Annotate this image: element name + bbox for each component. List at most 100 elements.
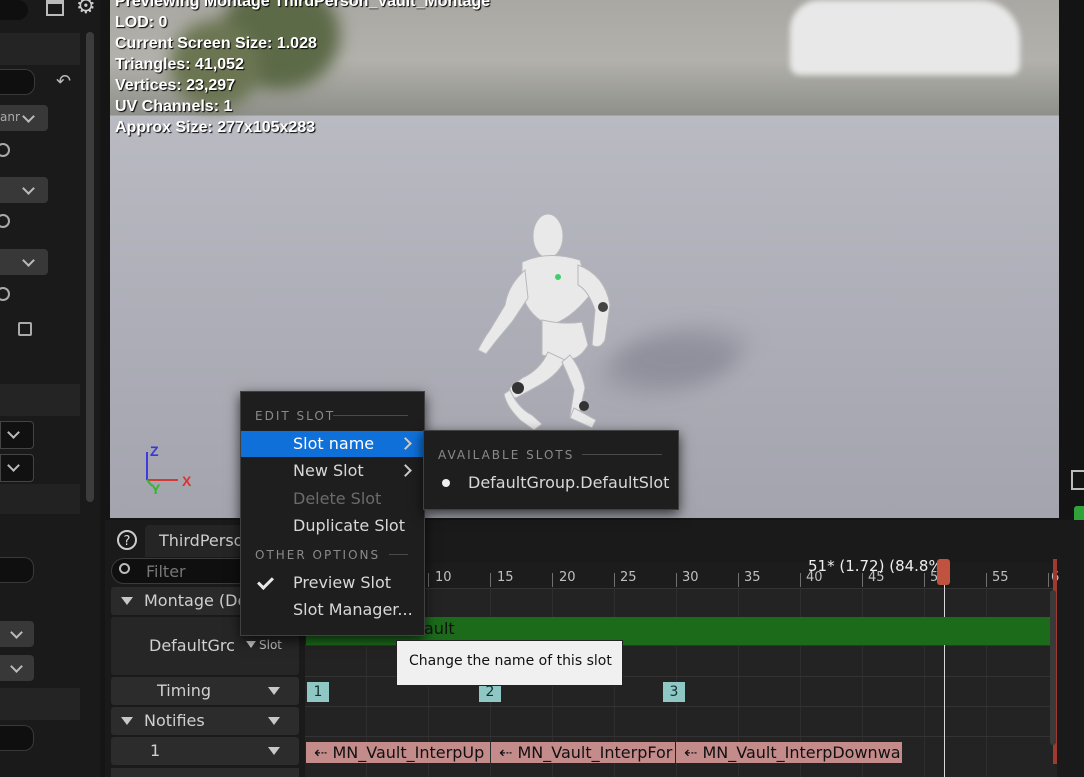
stat-line: Vertices: 23,297 (115, 77, 236, 94)
notify-state[interactable]: ⇠ MN_Vault_InterpFor (491, 742, 675, 763)
ruler-tick-label: 55 (992, 570, 1009, 585)
other-options-header: OTHER OPTIONS (255, 548, 381, 562)
slot-name-label: Slot name (293, 434, 375, 453)
browse-icon[interactable] (0, 287, 10, 301)
section-marker[interactable]: 3 (663, 682, 685, 702)
chevron-down-icon[interactable] (268, 687, 280, 695)
montage-row-label: Montage (De (144, 591, 248, 610)
notify-track-row[interactable]: 1 (111, 737, 299, 765)
notify-state-label: MN_Vault_InterpDownwa (702, 743, 901, 762)
help-icon[interactable]: ? (117, 530, 137, 550)
delete-slot-label: Delete Slot (293, 489, 382, 508)
notify-state[interactable]: ⇠ MN_Vault_InterpDownwa (676, 742, 902, 763)
slot-manager-label: Slot Manager... (293, 600, 413, 619)
dropdown-3[interactable] (0, 249, 48, 275)
axis-y-label: Y (151, 481, 161, 497)
search-field-fragment[interactable] (0, 0, 28, 20)
dropdown-6[interactable] (0, 621, 34, 647)
panel-header-bar (0, 384, 80, 416)
timeline-scrollbar[interactable] (1050, 590, 1056, 745)
right-panel-edge (1059, 0, 1084, 518)
browse-icon[interactable] (0, 143, 10, 157)
chevron-down-icon (22, 254, 35, 267)
available-slots-header: AVAILABLE SLOTS (438, 448, 575, 462)
notifies-row[interactable]: Notifies (111, 707, 299, 735)
slot-context-menu: EDIT SLOT Slot name New Slot Delete Slot… (240, 391, 425, 636)
notify-arrow-icon: ⇠ (684, 743, 698, 762)
playhead-handle[interactable] (937, 559, 950, 585)
notify-state[interactable]: ⇠ MN_Vault_InterpUp (306, 742, 490, 763)
chevron-down-icon (7, 459, 20, 472)
grid-icon[interactable] (46, 0, 64, 16)
default-slot-item[interactable]: DefaultGroup.DefaultSlot (424, 470, 678, 496)
panel-header-bar (0, 33, 80, 65)
playhead-time-label: 51* (1.72) (84.8%) (808, 557, 949, 575)
slot-button-label[interactable]: Slot (259, 638, 282, 652)
dropdown-7[interactable] (0, 655, 34, 681)
section-marker[interactable]: 1 (307, 682, 329, 702)
timing-row[interactable]: Timing (111, 677, 299, 705)
duplicate-slot-label: Duplicate Slot (293, 516, 405, 535)
dropdown-5[interactable] (0, 454, 34, 482)
duplicate-slot-item[interactable]: Duplicate Slot (241, 513, 424, 539)
reset-arrow-icon[interactable]: ↶ (56, 71, 71, 92)
slot-dropdown-icon[interactable] (246, 641, 256, 648)
slot-track-label: ault (424, 619, 455, 638)
default-slot-label: DefaultGroup.DefaultSlot (468, 473, 670, 492)
axis-x-label: X (182, 473, 192, 489)
ruler-tick-label: 20 (559, 570, 576, 585)
slot-name-tooltip: Change the name of this slot (396, 640, 623, 686)
notify-arrow-icon: ⇠ (499, 743, 513, 762)
stat-line: LOD: 0 (115, 14, 168, 31)
ruler-tick-label: 35 (744, 570, 761, 585)
chevron-down-icon (10, 626, 23, 639)
dropdown-4[interactable] (0, 421, 34, 449)
tooltip-text: Change the name of this slot (409, 653, 612, 669)
chevron-down-icon (22, 110, 35, 123)
available-slots-submenu: AVAILABLE SLOTS DefaultGroup.DefaultSlot (423, 430, 679, 510)
dropdown-2[interactable] (0, 177, 48, 203)
collapse-arrow-icon[interactable] (121, 597, 133, 605)
slot-group-label: DefaultGrc (149, 636, 235, 655)
stat-line: Triangles: 41,052 (115, 56, 244, 73)
notify-state-label: MN_Vault_InterpFor (517, 743, 673, 762)
viewport-stats: Previewing Montage ThirdPerson_Vault_Mon… (115, 0, 490, 138)
new-slot-item[interactable]: New Slot (241, 458, 424, 484)
chest-light-icon (555, 274, 561, 280)
chevron-down-icon[interactable] (268, 747, 280, 755)
filter-placeholder: Filter (146, 562, 186, 581)
browse-icon[interactable] (0, 214, 10, 228)
stat-line: Previewing Montage ThirdPerson_Vault_Mon… (115, 0, 491, 10)
delete-slot-item[interactable]: Delete Slot (241, 486, 424, 512)
value-field[interactable] (0, 725, 34, 751)
ruler-tick-label: 30 (682, 570, 699, 585)
notify-track-label: 1 (150, 741, 161, 760)
dropdown-1-label: anr (0, 110, 20, 124)
browse-icon[interactable] (1071, 470, 1084, 490)
timing-label: Timing (157, 681, 212, 700)
scrollbar[interactable] (86, 32, 94, 502)
collapse-arrow-icon[interactable] (121, 717, 133, 725)
notify-arrow-icon: ⇠ (314, 743, 328, 762)
ruler-tick-label: 25 (620, 570, 637, 585)
value-field[interactable] (0, 557, 34, 583)
notify-state-label: MN_Vault_InterpUp (332, 743, 485, 762)
asset-find-icon[interactable] (18, 322, 32, 336)
value-field[interactable] (0, 69, 35, 95)
playhead-line (944, 585, 945, 777)
dropdown-1[interactable]: anr (0, 105, 48, 131)
preview-slot-label: Preview Slot (293, 573, 392, 592)
slot-manager-item[interactable]: Slot Manager... (241, 597, 424, 623)
preview-slot-item[interactable]: Preview Slot (241, 570, 424, 596)
stat-line: Approx Size: 277x105x283 (115, 119, 316, 136)
chevron-down-icon (10, 660, 23, 673)
stat-line: Current Screen Size: 1.028 (115, 35, 317, 52)
panel-header-bar (0, 484, 80, 514)
gear-icon[interactable]: ⚙ (76, 0, 96, 19)
stat-line: UV Channels: 1 (115, 98, 233, 115)
chevron-right-icon (399, 437, 412, 450)
tree-row-fragment (111, 768, 299, 777)
chevron-down-icon[interactable] (268, 717, 280, 725)
panel-header-bar (0, 688, 80, 720)
slot-name-item[interactable]: Slot name (241, 431, 424, 457)
